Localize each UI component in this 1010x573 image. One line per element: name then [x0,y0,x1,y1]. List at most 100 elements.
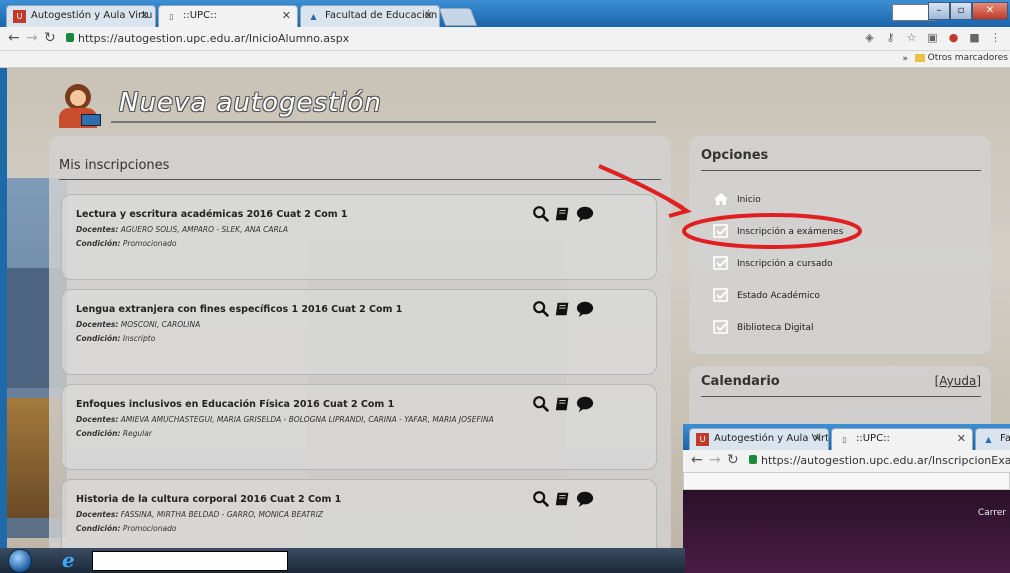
close-tab-icon[interactable]: ✕ [957,432,966,445]
minimize-icon[interactable]: – [928,2,950,20]
url-text: https://autogestion.upc.edu.ar/Inscripci… [761,454,1010,467]
tab-strip: U Autogestión y Aula Virtu ✕ ▯ ::UPC:: ✕… [683,424,1010,450]
menu-icon[interactable]: ⋮ [989,31,1002,44]
forward-icon[interactable]: → [709,452,721,468]
forward-icon[interactable]: → [26,30,38,46]
course-condition: Condición: Promocionado [76,524,177,533]
course-actions [532,300,594,318]
book-icon[interactable] [554,395,572,413]
options-title: Opciones [701,148,769,163]
checkbox-icon [713,256,729,270]
search-icon[interactable] [532,490,550,508]
tab-upc[interactable]: ▯ ::UPC:: ✕ [831,428,973,450]
navigation-bar: ← → ↻ https://autogestion.upc.edu.ar/Ini… [0,27,1010,51]
course-condition: Condición: Regular [76,429,152,438]
course-teachers: Docentes: AGUERO SOLIS, AMPARO - SLEK, A… [76,225,289,234]
upc-favicon-icon: U [696,433,709,446]
checkbox-icon [713,224,729,238]
folder-label: Otros marcadores [927,53,1008,63]
divider [59,179,661,180]
tab-autogestion[interactable]: U Autogestión y Aula Virtu ✕ [6,5,156,27]
faculty-favicon-icon: ▲ [310,12,317,21]
close-window-icon[interactable]: ✕ [972,2,1008,20]
new-tab-button[interactable] [438,8,478,26]
inscriptions-title: Mis inscripciones [59,158,170,173]
adblock-icon[interactable]: ● [947,31,960,44]
comment-icon[interactable] [576,395,594,413]
divider [701,396,981,397]
tab-autogestion[interactable]: U Autogestión y Aula Virtu ✕ [689,428,829,450]
option-label: Inscripción a exámenes [737,227,844,237]
close-tab-icon[interactable]: ✕ [282,9,291,22]
taskbar-item[interactable] [92,551,288,571]
desktop-edge [0,68,7,548]
reload-icon[interactable]: ↻ [44,30,56,46]
comment-icon[interactable] [576,300,594,318]
star-icon[interactable]: ☆ [905,31,918,44]
course-teachers: Docentes: FASSINA, MIRTHA BELDAD - GARRO… [76,510,324,519]
course-card: Lectura y escritura académicas 2016 Cuat… [61,194,657,280]
tab-label: ::UPC:: [856,433,890,444]
course-teachers: Docentes: AMIEVA AMUCHASTEGUI, MARIA GRI… [76,415,494,424]
course-condition: Condición: Promocionado [76,239,177,248]
student-avatar-icon [55,84,105,128]
book-icon[interactable] [554,490,572,508]
tab-facultad[interactable]: ▲ Fac [975,428,1010,450]
comment-icon[interactable] [576,490,594,508]
course-condition: Condición: Inscripto [76,334,156,343]
calendar-help-link[interactable]: [Ayuda] [935,374,981,388]
bookmarks-bar: » Otros marcadores [0,51,1010,68]
navigation-bar: ← → ↻ https://autogestion.upc.edu.ar/Ins… [683,450,1010,472]
close-tab-icon[interactable]: ✕ [813,432,822,445]
extension-icon[interactable]: ▣ [926,31,939,44]
extension-icon[interactable]: ■ [968,31,981,44]
course-actions [532,395,594,413]
page-header: Carrer [683,490,1010,573]
comment-icon[interactable] [576,205,594,223]
reload-icon[interactable]: ↻ [727,452,739,468]
maximize-icon[interactable]: ▫ [950,2,972,20]
lock-icon [66,33,74,42]
overlay-browser-window: U Autogestión y Aula Virtu ✕ ▯ ::UPC:: ✕… [683,424,1010,573]
internet-explorer-icon[interactable]: e [62,549,75,571]
url-text: https://autogestion.upc.edu.ar/InicioAlu… [78,32,350,45]
tab-label: ::UPC:: [183,10,217,21]
start-button-icon[interactable] [8,549,32,573]
search-icon[interactable] [532,395,550,413]
option-label: Biblioteca Digital [737,323,814,333]
app-title: Nueva autogestión [119,88,382,118]
extension-icon[interactable]: ◈ [863,31,876,44]
tab-facultad[interactable]: ▲ Facultad de Educación y ✕ [300,5,440,27]
course-actions [532,490,594,508]
back-icon[interactable]: ← [8,30,20,46]
key-icon[interactable]: ⚷ [884,31,897,44]
nav-link-carreras[interactable]: Carrer [978,508,1006,518]
address-bar[interactable]: https://autogestion.upc.edu.ar/InicioAlu… [62,30,862,48]
bookmarks-overflow-button[interactable]: » [902,54,908,64]
checkbox-icon [713,288,729,302]
upc-favicon-icon: U [13,10,26,23]
divider [701,170,981,171]
course-name: Lectura y escritura académicas 2016 Cuat… [76,209,348,220]
tab-upc[interactable]: ▯ ::UPC:: ✕ [158,5,298,27]
tab-label: Autogestión y Aula Virtu [714,433,829,444]
lock-icon [749,455,757,464]
taskbar: e [0,548,685,573]
search-icon[interactable] [532,300,550,318]
tab-label: Fac [1000,433,1010,444]
search-icon[interactable] [532,205,550,223]
title-underline [111,121,656,123]
option-label: Inscripción a cursado [737,259,833,269]
book-icon[interactable] [554,300,572,318]
close-tab-icon[interactable]: ✕ [140,9,149,22]
back-icon[interactable]: ← [691,452,703,468]
close-tab-icon[interactable]: ✕ [424,9,433,22]
book-icon[interactable] [554,205,572,223]
course-actions [532,205,594,223]
address-bar[interactable]: https://autogestion.upc.edu.ar/Inscripci… [745,452,1010,470]
course-name: Lengua extranjera con fines específicos … [76,304,403,315]
other-bookmarks-folder[interactable]: Otros marcadores [914,53,1008,63]
page-icon: ▯ [169,12,174,21]
bookmarks-bar [683,472,1010,490]
options-panel: Opciones Inicio Inscripción a exámenes I… [689,136,991,354]
